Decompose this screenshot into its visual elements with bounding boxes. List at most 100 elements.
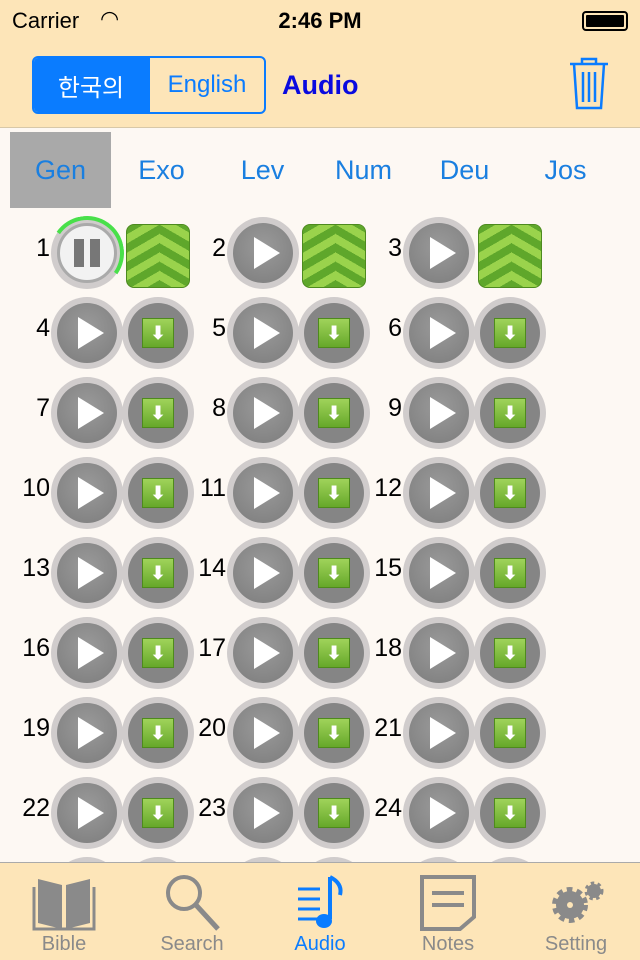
chapter-number: 18	[374, 634, 402, 662]
book-icon	[32, 879, 96, 931]
download-icon: ⬇	[318, 558, 350, 588]
play-icon	[78, 717, 104, 749]
book-tab-jos[interactable]: Jos	[515, 132, 616, 208]
tab-notes[interactable]: Notes	[384, 863, 512, 960]
play-icon	[78, 797, 104, 829]
play-icon	[430, 317, 456, 349]
play-button[interactable]	[403, 777, 475, 849]
play-button[interactable]	[227, 697, 299, 769]
audio-icon	[298, 875, 343, 928]
chapter-number: 3	[388, 234, 402, 262]
chapter-number: 16	[22, 634, 50, 662]
tab-setting[interactable]: Setting	[512, 863, 640, 960]
downloaded-icon[interactable]	[478, 224, 542, 288]
chapter-number: 7	[36, 394, 50, 422]
tab-bible[interactable]: Bible	[0, 863, 128, 960]
chapter-number: 4	[36, 314, 50, 342]
trash-icon[interactable]	[568, 56, 610, 110]
play-icon	[430, 637, 456, 669]
download-icon: ⬇	[494, 318, 526, 348]
page-title: Audio	[282, 70, 359, 100]
chapter-number: 6	[388, 314, 402, 342]
play-button[interactable]	[403, 217, 475, 289]
chapter-number: 1	[36, 234, 50, 262]
chapter-item: 6 ⬇	[352, 292, 546, 372]
play-button[interactable]	[227, 377, 299, 449]
chapter-item: 23 ⬇	[176, 772, 370, 852]
book-tab-num[interactable]: Num	[313, 132, 414, 208]
play-icon	[430, 397, 456, 429]
play-button[interactable]	[51, 297, 123, 369]
play-icon	[254, 797, 280, 829]
tab-bar: Bible Search Audio Notes Setting	[0, 862, 640, 960]
play-button[interactable]	[51, 537, 123, 609]
download-button[interactable]: ⬇	[474, 777, 546, 849]
download-button[interactable]: ⬇	[474, 697, 546, 769]
chapter-number: 19	[22, 714, 50, 742]
chapter-item: 7 ⬇	[0, 372, 194, 452]
download-icon: ⬇	[142, 798, 174, 828]
play-icon	[78, 317, 104, 349]
tab-label: Search	[160, 933, 224, 955]
chapter-item: 3	[352, 212, 542, 292]
chapter-item: 19 ⬇	[0, 692, 194, 772]
play-button[interactable]	[403, 697, 475, 769]
book-tab-lev[interactable]: Lev	[212, 132, 313, 208]
chapter-item: 11 ⬇	[176, 452, 370, 532]
chapter-item: 26⬇	[176, 852, 370, 862]
download-icon: ⬇	[494, 558, 526, 588]
chapter-grid: 1 2 3 4 ⬇ 5 ⬇ 6 ⬇ 7 ⬇ 8 ⬇ 9 ⬇ 10 ⬇ 11 ⬇ 12 ⬇ 13 ⬇ 14 ⬇ 15 ⬇ 16 ⬇ 17 ⬇ 1…	[0, 210, 640, 862]
chapter-item: 14 ⬇	[176, 532, 370, 612]
chapter-number: 13	[22, 554, 50, 582]
play-button[interactable]	[51, 697, 123, 769]
pause-button[interactable]	[44, 210, 130, 296]
play-button[interactable]	[227, 217, 299, 289]
chapter-item: 8 ⬇	[176, 372, 370, 452]
play-button[interactable]	[227, 457, 299, 529]
play-button[interactable]	[403, 377, 475, 449]
chapter-number: 2	[212, 234, 226, 262]
download-icon: ⬇	[318, 478, 350, 508]
download-button[interactable]: ⬇	[474, 617, 546, 689]
chapter-item: 5 ⬇	[176, 292, 370, 372]
download-button[interactable]: ⬇	[474, 297, 546, 369]
play-button[interactable]	[227, 537, 299, 609]
tab-label: Bible	[41, 933, 87, 955]
tab-audio[interactable]: Audio	[256, 863, 384, 960]
clock: 2:46 PM	[278, 8, 362, 33]
chapter-item: 1	[0, 210, 190, 296]
play-button[interactable]	[403, 457, 475, 529]
play-button[interactable]	[403, 617, 475, 689]
play-button[interactable]	[51, 457, 123, 529]
play-button[interactable]	[51, 777, 123, 849]
play-icon	[78, 477, 104, 509]
play-icon	[430, 797, 456, 829]
chapter-item: 18 ⬇	[352, 612, 546, 692]
book-tab-exo[interactable]: Exo	[111, 132, 212, 208]
chapter-item: 21 ⬇	[352, 692, 546, 772]
segment-korean[interactable]: 한국의	[34, 58, 150, 112]
book-tab-gen[interactable]: Gen	[10, 132, 111, 208]
play-button[interactable]	[227, 777, 299, 849]
tab-search[interactable]: Search	[128, 863, 256, 960]
play-icon	[78, 637, 104, 669]
download-button[interactable]: ⬇	[474, 377, 546, 449]
play-button[interactable]	[227, 617, 299, 689]
language-segmented-control: 한국의 English	[32, 56, 266, 114]
play-button[interactable]	[403, 297, 475, 369]
download-button[interactable]: ⬇	[474, 457, 546, 529]
play-icon	[430, 477, 456, 509]
play-button[interactable]	[51, 377, 123, 449]
chapter-item: 12 ⬇	[352, 452, 546, 532]
download-icon: ⬇	[318, 718, 350, 748]
play-button[interactable]	[227, 297, 299, 369]
play-button[interactable]	[51, 617, 123, 689]
download-button[interactable]: ⬇	[474, 537, 546, 609]
chapter-number: 22	[22, 794, 50, 822]
download-icon: ⬇	[318, 798, 350, 828]
play-button[interactable]	[403, 537, 475, 609]
play-icon	[78, 557, 104, 589]
segment-english[interactable]: English	[150, 58, 264, 112]
chapter-number: 24	[374, 794, 402, 822]
book-tab-deu[interactable]: Deu	[414, 132, 515, 208]
